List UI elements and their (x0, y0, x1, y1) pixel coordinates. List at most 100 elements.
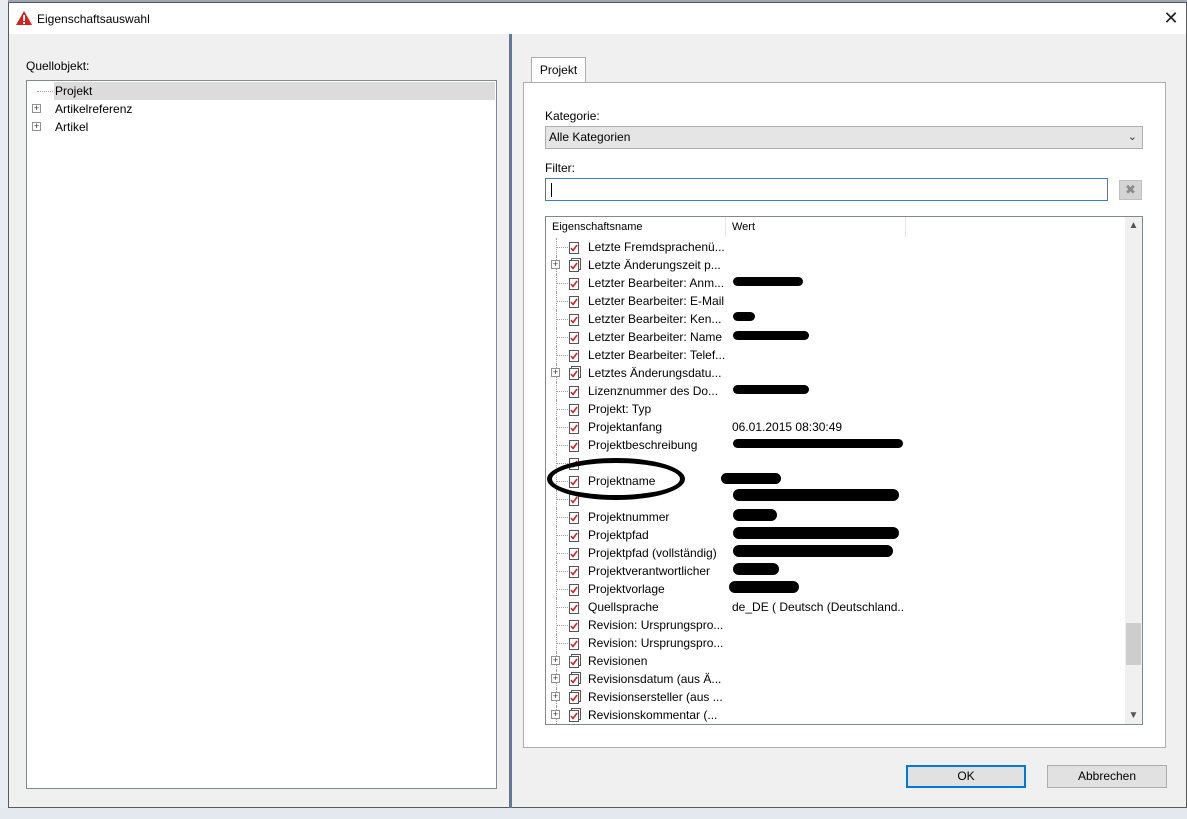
filter-input[interactable] (545, 178, 1108, 201)
source-object-tree[interactable]: Projekt + Artikelreferenz + Artikel (26, 80, 497, 789)
property-row[interactable]: Letzter Bearbeiter: Ken... (546, 310, 1126, 328)
close-icon: ✕ (1163, 8, 1179, 28)
expand-icon[interactable]: + (32, 122, 41, 131)
title-bar: Eigenschaftsauswahl ✕ (9, 3, 1186, 34)
expand-icon[interactable]: + (551, 656, 560, 665)
property-selection-dialog: Eigenschaftsauswahl ✕ Quellobjekt: Proje… (8, 2, 1187, 808)
property-row[interactable]: Letzter Bearbeiter: Anm... (546, 274, 1126, 292)
property-row[interactable]: Projektanfang 06.01.2015 08:30:49 (546, 418, 1126, 436)
tab-projekt[interactable]: Projekt (531, 57, 586, 83)
redaction (733, 563, 779, 575)
panel-splitter[interactable] (509, 34, 512, 808)
tree-item[interactable]: + Artikelreferenz (27, 100, 496, 118)
scroll-down-icon[interactable]: ▼ (1125, 707, 1142, 724)
text-caret (551, 183, 552, 197)
tree-connector (556, 499, 568, 500)
single-property-icon (569, 584, 579, 596)
property-row[interactable]: + Revisionen (546, 652, 1126, 670)
tree-item[interactable]: + Artikel (27, 118, 496, 136)
tree-connector (37, 91, 53, 92)
property-row[interactable]: Letzte Fremdsprachenü... (546, 238, 1126, 256)
single-property-icon (569, 386, 579, 398)
clear-filter-button[interactable]: ✖ (1119, 180, 1142, 200)
property-name: Projekt: Typ (588, 402, 652, 416)
redaction (733, 545, 893, 557)
expand-icon[interactable]: + (551, 260, 560, 269)
single-property-icon (569, 404, 579, 416)
property-row[interactable]: + Revisionsdatum (aus Ä... (546, 670, 1126, 688)
single-property-icon (569, 332, 579, 344)
property-row[interactable]: + Letztes Änderungsdatu... (546, 364, 1126, 382)
property-row[interactable]: + Revisionskommentar (... (546, 706, 1126, 724)
expand-icon[interactable]: + (551, 674, 560, 683)
property-row[interactable]: Revision: Ursprungspro... (546, 634, 1126, 652)
property-row[interactable]: + Letzte Änderungszeit p... (546, 256, 1126, 274)
tree-connector (556, 625, 568, 626)
property-row[interactable]: Revision: Ursprungspro... (546, 616, 1126, 634)
ok-button[interactable]: OK (906, 765, 1026, 788)
property-row[interactable]: Letzter Bearbeiter: Name (546, 328, 1126, 346)
category-value: Alle Kategorien (549, 130, 631, 144)
multi-property-icon (569, 366, 581, 380)
category-select[interactable]: Alle Kategorien ⌄ (545, 126, 1143, 149)
cancel-button[interactable]: Abbrechen (1047, 765, 1167, 788)
tree-item-label: Artikel (55, 120, 89, 134)
single-property-icon (569, 638, 579, 650)
property-name: Letztes Änderungsdatu... (588, 366, 722, 380)
source-object-label: Quellobjekt: (26, 59, 90, 73)
single-property-icon (569, 422, 579, 434)
expand-icon[interactable]: + (551, 692, 560, 701)
tree-item[interactable]: Projekt (27, 82, 496, 100)
property-row[interactable]: Letzter Bearbeiter: Telef... (546, 346, 1126, 364)
redaction (733, 489, 899, 501)
property-name: Letzte Fremdsprachenü... (588, 240, 725, 254)
tree-connector (556, 427, 568, 428)
multi-property-icon (569, 708, 581, 722)
tree-connector (556, 247, 568, 248)
property-row[interactable]: Quellsprache de_DE ( Deutsch (Deutschland… (546, 598, 1126, 616)
property-name: Letzter Bearbeiter: Ken... (588, 312, 722, 326)
single-property-icon (569, 512, 579, 524)
scroll-thumb[interactable] (1126, 623, 1141, 665)
property-row[interactable]: + Revisionsersteller (aus ... (546, 688, 1126, 706)
property-name: Lizenznummer des Do... (588, 384, 719, 398)
redaction (733, 527, 899, 539)
single-property-icon (569, 440, 579, 452)
background-app-bottom (0, 808, 1187, 819)
property-name: Revision: Ursprungspro... (588, 618, 724, 632)
tree-item-label: Projekt (54, 82, 495, 100)
multi-property-icon (569, 690, 581, 704)
redaction (733, 312, 755, 321)
highlight-circle (547, 458, 685, 500)
redaction (721, 473, 781, 484)
property-row[interactable]: Letzter Bearbeiter: E-Mail (546, 292, 1126, 310)
tree-item-label: Artikelreferenz (55, 102, 133, 116)
property-row[interactable]: Projektnummer (546, 508, 1126, 526)
single-property-icon (569, 602, 579, 614)
tree-connector (556, 391, 568, 392)
property-name: Projektvorlage (588, 582, 665, 596)
property-name: Projektverantwortlicher (588, 564, 711, 578)
property-name: Letzter Bearbeiter: Name (588, 330, 723, 344)
expand-icon[interactable]: + (32, 104, 41, 113)
tree-connector (556, 643, 568, 644)
property-name: Revisionskommentar (... (588, 708, 718, 722)
tree-connector (556, 571, 568, 572)
property-name: Projektpfad (vollständig) (588, 546, 717, 560)
close-button[interactable]: ✕ (1156, 3, 1186, 34)
background-app-edge (0, 0, 8, 819)
expand-icon[interactable]: + (551, 368, 560, 377)
single-property-icon (569, 350, 579, 362)
property-row[interactable]: Projektvorlage (546, 580, 1126, 598)
property-row[interactable]: Projekt: Typ (546, 400, 1126, 418)
property-row[interactable]: Projektverantwortlicher (546, 562, 1126, 580)
column-header-name[interactable]: Eigenschaftsname (546, 217, 726, 237)
tree-connector (556, 589, 568, 590)
tree-connector (556, 517, 568, 518)
property-row[interactable]: Lizenznummer des Do... (546, 382, 1126, 400)
scroll-up-icon[interactable]: ▲ (1125, 217, 1142, 234)
multi-property-icon (569, 654, 581, 668)
column-header-value[interactable]: Wert (726, 217, 906, 237)
vertical-scrollbar[interactable]: ▲ ▼ (1125, 217, 1142, 724)
expand-icon[interactable]: + (551, 710, 560, 719)
